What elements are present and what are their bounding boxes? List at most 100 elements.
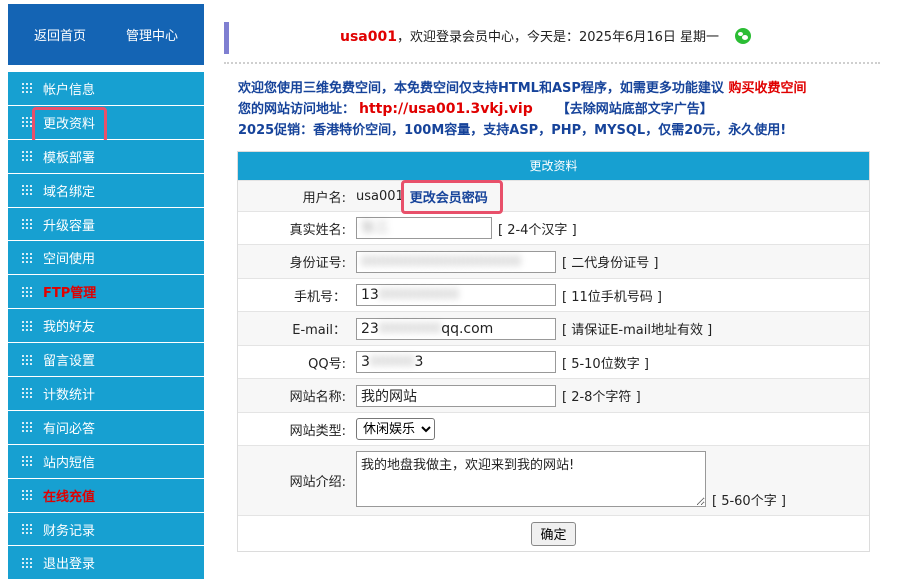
row-sitename: 网站名称: [ 2-8个字符 ] bbox=[238, 378, 869, 412]
sidebar-item-label: 帐户信息 bbox=[43, 82, 96, 98]
idcard-hint: [ 二代身份证号 ] bbox=[562, 256, 659, 271]
sidebar-item-label: FTP管理 bbox=[43, 286, 97, 302]
sidebar-item-label: 空间使用 bbox=[43, 252, 96, 268]
grid-icon bbox=[22, 286, 32, 297]
grid-icon bbox=[22, 422, 32, 433]
username-value: usa001 bbox=[356, 188, 404, 204]
grid-icon bbox=[22, 117, 32, 128]
email-label: E-mail： bbox=[292, 323, 346, 338]
sidebar-item[interactable]: 在线充值 bbox=[8, 478, 204, 513]
row-qq: QQ号: 3000003 [ 5-10位数字 ] bbox=[238, 345, 869, 378]
sidebar-item[interactable]: 财务记录 bbox=[8, 512, 204, 547]
sidebar-item-label: 升级容量 bbox=[43, 218, 96, 234]
qq-input[interactable]: 3000003 bbox=[356, 351, 556, 373]
buy-paid-space-link[interactable]: 购买收费空间 bbox=[728, 81, 806, 96]
submit-row: 确定 bbox=[238, 515, 869, 551]
home-link[interactable]: 返回首页 bbox=[34, 25, 86, 44]
email-input[interactable]: 230000000qq.com bbox=[356, 317, 556, 340]
sidebar-item-label: 留言设置 bbox=[43, 354, 96, 370]
welcome-bar: usa001，欢迎登录会员中心，今天是：2025年6月16日 星期一 bbox=[224, 20, 880, 64]
idcard-label: 身份证号: bbox=[289, 256, 346, 271]
submit-button[interactable]: 确定 bbox=[531, 521, 576, 546]
idcard-input[interactable]: 000000000000000000 bbox=[356, 250, 556, 273]
promo-text[interactable]: 2025促销：香港特价空间，100M容量，支持ASP，PHP，MYSQL，仅需2… bbox=[238, 120, 878, 141]
sitename-label: 网站名称: bbox=[289, 390, 346, 405]
grid-icon bbox=[22, 490, 32, 501]
sidebar-menu: 帐户信息更改资料模板部署域名绑定升级容量空间使用 FTP管理我的好友留言设置计数统… bbox=[8, 72, 204, 581]
remove-ad-link[interactable]: 【去除网站底部文字广告】 bbox=[557, 102, 713, 117]
sidebar: 返回首页 管理中心 帐户信息更改资料模板部署域名绑定升级容量空间使用 FTP管理我… bbox=[0, 0, 210, 584]
sidebar-header: 返回首页 管理中心 bbox=[8, 4, 204, 65]
grid-icon bbox=[22, 252, 32, 263]
row-idcard: 身份证号: 000000000000000000 [ 二代身份证号 ] bbox=[238, 244, 869, 278]
grid-icon bbox=[22, 185, 32, 196]
admin-center-link[interactable]: 管理中心 bbox=[126, 25, 178, 44]
row-realname: 真实姓名: 张三 [ 2-4个汉字 ] bbox=[238, 211, 869, 244]
grid-icon bbox=[22, 83, 32, 94]
intro-textarea[interactable]: 我的地盘我做主，欢迎来到我的网站! bbox=[356, 450, 706, 507]
site-url-link[interactable]: http://usa001.3vkj.vip bbox=[359, 101, 533, 117]
sidebar-item[interactable]: 升级容量 bbox=[8, 207, 204, 242]
site-url-label: 您的网站访问地址： bbox=[238, 102, 356, 117]
qq-hint: [ 5-10位数字 ] bbox=[562, 356, 649, 372]
email-hint: [ 请保证E-mail地址有效 ] bbox=[562, 323, 713, 338]
grid-icon bbox=[22, 524, 32, 535]
sidebar-item[interactable]: 站内短信 bbox=[8, 444, 204, 479]
sidebar-item[interactable]: 留言设置 bbox=[8, 343, 204, 378]
welcome-username: usa001 bbox=[340, 29, 397, 45]
wechat-icon[interactable] bbox=[735, 28, 751, 44]
grid-icon bbox=[22, 456, 32, 467]
sitetype-label: 网站类型: bbox=[289, 423, 346, 439]
row-mobile: 手机号： 13000000000 [ 11位手机号码 ] bbox=[238, 278, 869, 311]
sidebar-item[interactable]: 空间使用 bbox=[8, 241, 204, 276]
sidebar-item[interactable]: 帐户信息 bbox=[8, 72, 204, 106]
sidebar-item-label: 模板部署 bbox=[43, 150, 96, 166]
sidebar-item[interactable]: 我的好友 bbox=[8, 309, 204, 344]
username-label: 用户名: bbox=[302, 190, 346, 206]
intro-label: 网站介绍: bbox=[289, 475, 346, 490]
sitename-input[interactable] bbox=[356, 384, 556, 407]
mobile-input[interactable]: 13000000000 bbox=[356, 284, 556, 306]
intro-hint: [ 5-60个字 ] bbox=[712, 493, 786, 509]
form-title: 更改资料 bbox=[238, 152, 869, 180]
sidebar-item-label: 更改资料 bbox=[43, 116, 96, 132]
sidebar-item-label: 域名绑定 bbox=[43, 184, 96, 200]
notice-line-1: 欢迎您使用三维免费空间，本免费空间仅支持HTML和ASP程序，如需更多功能建议 … bbox=[238, 78, 878, 99]
sitename-hint: [ 2-8个字符 ] bbox=[562, 390, 641, 405]
mobile-label: 手机号： bbox=[293, 289, 346, 305]
sidebar-item[interactable]: FTP管理 bbox=[8, 275, 204, 310]
sidebar-item[interactable]: 域名绑定 bbox=[8, 173, 204, 208]
sidebar-item-label: 计数统计 bbox=[43, 387, 96, 403]
sidebar-item-label: 有问必答 bbox=[43, 421, 96, 437]
sitetype-select[interactable]: 休闲娱乐 bbox=[356, 418, 435, 440]
welcome-text: ，欢迎登录会员中心，今天是：2025年6月16日 星期一 bbox=[396, 30, 720, 45]
sidebar-item-label: 站内短信 bbox=[43, 455, 96, 471]
sidebar-item[interactable]: 模板部署 bbox=[8, 139, 204, 174]
row-email: E-mail： 230000000qq.com [ 请保证E-mail地址有效 … bbox=[238, 311, 869, 345]
sidebar-item[interactable]: 更改资料 bbox=[8, 105, 204, 143]
realname-hint: [ 2-4个汉字 ] bbox=[498, 222, 577, 238]
sidebar-item-label: 我的好友 bbox=[43, 320, 96, 336]
row-intro: 网站介绍: 我的地盘我做主，欢迎来到我的网站! [ 5-60个字 ] bbox=[238, 445, 869, 515]
realname-input[interactable]: 张三 bbox=[356, 217, 492, 239]
sidebar-item-label: 在线充值 bbox=[43, 489, 96, 505]
change-password-link[interactable]: 更改会员密码 bbox=[400, 179, 503, 214]
grid-icon bbox=[22, 151, 32, 162]
dotted-divider bbox=[224, 62, 880, 64]
mobile-hint: [ 11位手机号码 ] bbox=[562, 289, 662, 305]
sidebar-item[interactable]: 退出登录 bbox=[8, 546, 204, 581]
accent-bar bbox=[224, 22, 229, 54]
qq-label: QQ号: bbox=[308, 356, 346, 372]
notice-block: 欢迎您使用三维免费空间，本免费空间仅支持HTML和ASP程序，如需更多功能建议 … bbox=[238, 78, 878, 141]
grid-icon bbox=[22, 388, 32, 399]
grid-icon bbox=[22, 557, 32, 568]
grid-icon bbox=[22, 320, 32, 331]
edit-profile-form: 更改资料 用户名: usa001 更改会员密码 真实姓名: 张三 [ 2-4个汉… bbox=[237, 151, 870, 552]
notice-line-2: 您的网站访问地址： http://usa001.3vkj.vip 【去除网站底部文字… bbox=[238, 99, 878, 120]
sidebar-item[interactable]: 有问必答 bbox=[8, 410, 204, 445]
sidebar-item-label: 退出登录 bbox=[43, 557, 96, 573]
sidebar-item[interactable]: 计数统计 bbox=[8, 377, 204, 411]
sidebar-item-label: 财务记录 bbox=[43, 523, 96, 539]
notice-intro-text: 欢迎您使用三维免费空间，本免费空间仅支持HTML和ASP程序，如需更多功能建议 bbox=[238, 81, 724, 96]
grid-icon bbox=[22, 219, 32, 229]
